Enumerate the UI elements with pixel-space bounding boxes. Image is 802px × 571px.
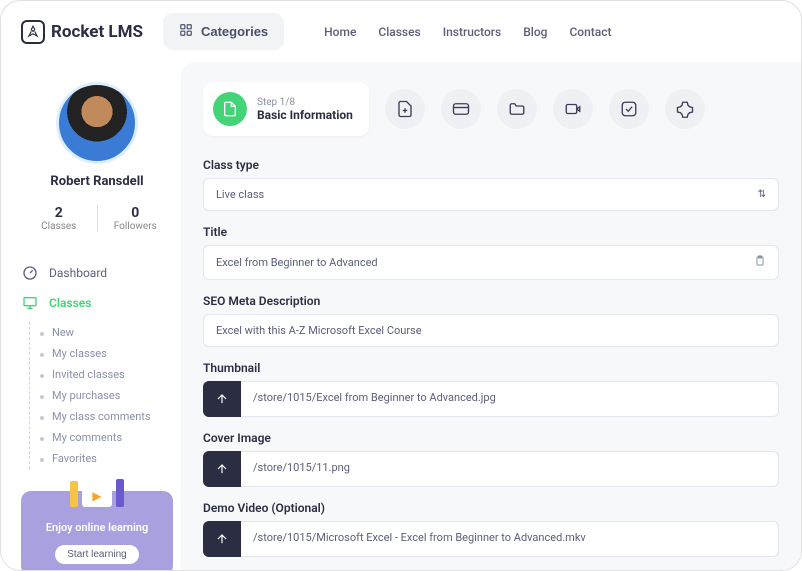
classes-submenu: New My classes Invited classes My purcha… — [29, 322, 173, 469]
step-title: Basic Information — [257, 108, 353, 122]
field-demo: Demo Video (Optional) /store/1015/Micros… — [203, 501, 779, 557]
presentation-icon — [21, 294, 39, 312]
step-4[interactable] — [497, 89, 537, 129]
field-thumbnail: Thumbnail /store/1015/Excel from Beginne… — [203, 361, 779, 417]
stat-classes: 2 Classes — [21, 205, 98, 232]
field-seo: SEO Meta Description Excel with this A-Z… — [203, 294, 779, 347]
submenu-class-comments[interactable]: My class comments — [42, 406, 173, 427]
step-5[interactable] — [553, 89, 593, 129]
sidebar-menu: Dashboard Classes — [21, 258, 173, 318]
nav-blog[interactable]: Blog — [523, 25, 547, 39]
field-class-type: Class type Live class ⇅ — [203, 158, 779, 211]
grid-icon — [179, 23, 193, 40]
sidebar-item-classes[interactable]: Classes — [21, 288, 173, 318]
step-6[interactable] — [609, 89, 649, 129]
stat-classes-label: Classes — [21, 221, 97, 232]
submenu-my-classes[interactable]: My classes — [42, 343, 173, 364]
stat-followers: 0 Followers — [98, 205, 174, 232]
stats: 2 Classes 0 Followers — [21, 205, 173, 232]
thumbnail-path[interactable]: /store/1015/Excel from Beginner to Advan… — [241, 381, 779, 417]
title-label: Title — [203, 225, 779, 239]
header: Rocket LMS Categories Home Classes Instr… — [1, 1, 801, 62]
logo-text: Rocket LMS — [51, 22, 143, 42]
class-type-select[interactable]: Live class ⇅ — [203, 178, 779, 211]
nav-contact[interactable]: Contact — [569, 25, 611, 39]
chevron-updown-icon: ⇅ — [758, 189, 766, 200]
app-window: Rocket LMS Categories Home Classes Instr… — [0, 0, 802, 571]
submenu-invited[interactable]: Invited classes — [42, 364, 173, 385]
dashboard-label: Dashboard — [49, 266, 107, 280]
stat-followers-num: 0 — [98, 205, 174, 221]
step-counter: Step 1/8 — [257, 97, 353, 108]
step-3[interactable] — [441, 89, 481, 129]
clipboard-icon — [754, 255, 766, 270]
field-cover: Cover Image /store/1015/11.png — [203, 431, 779, 487]
demo-label: Demo Video (Optional) — [203, 501, 779, 515]
thumbnail-upload-button[interactable] — [203, 381, 241, 417]
stat-classes-num: 2 — [21, 205, 97, 221]
thumbnail-label: Thumbnail — [203, 361, 779, 375]
submenu-favorites[interactable]: Favorites — [42, 448, 173, 469]
submenu-new[interactable]: New — [42, 322, 173, 343]
submenu-my-comments[interactable]: My comments — [42, 427, 173, 448]
nav-home[interactable]: Home — [324, 25, 356, 39]
class-type-value: Live class — [216, 188, 264, 201]
sidebar: Robert Ransdell 2 Classes 0 Followers Da… — [1, 62, 181, 571]
step-1-basic-info[interactable]: Step 1/8 Basic Information — [203, 82, 369, 136]
categories-label: Categories — [201, 24, 268, 39]
main-nav: Home Classes Instructors Blog Contact — [324, 25, 611, 39]
field-title: Title Excel from Beginner to Advanced — [203, 225, 779, 280]
document-icon — [213, 92, 247, 126]
title-input[interactable]: Excel from Beginner to Advanced — [203, 245, 779, 280]
cover-label: Cover Image — [203, 431, 779, 445]
categories-button[interactable]: Categories — [163, 13, 284, 50]
cover-upload-button[interactable] — [203, 451, 241, 487]
main-content: Step 1/8 Basic Information Class type Li… — [181, 62, 801, 571]
promo-card: ▶ Enjoy online learning Start learning — [21, 491, 173, 571]
logo[interactable]: Rocket LMS — [21, 20, 143, 44]
step-7[interactable] — [665, 89, 705, 129]
start-learning-button[interactable]: Start learning — [55, 545, 138, 564]
username: Robert Ransdell — [21, 174, 173, 189]
promo-text: Enjoy online learning — [31, 521, 163, 534]
gauge-icon — [21, 264, 39, 282]
seo-input[interactable]: Excel with this A-Z Microsoft Excel Cour… — [203, 314, 779, 347]
rocket-logo-icon — [21, 20, 45, 44]
class-type-label: Class type — [203, 158, 779, 172]
step-2[interactable] — [385, 89, 425, 129]
submenu-purchases[interactable]: My purchases — [42, 385, 173, 406]
avatar[interactable] — [56, 82, 138, 164]
seo-label: SEO Meta Description — [203, 294, 779, 308]
sidebar-item-dashboard[interactable]: Dashboard — [21, 258, 173, 288]
stat-followers-label: Followers — [98, 221, 174, 232]
demo-path[interactable]: /store/1015/Microsoft Excel - Excel from… — [241, 521, 779, 557]
body: Robert Ransdell 2 Classes 0 Followers Da… — [1, 62, 801, 571]
demo-upload-button[interactable] — [203, 521, 241, 557]
title-value: Excel from Beginner to Advanced — [216, 256, 378, 269]
cover-path[interactable]: /store/1015/11.png — [241, 451, 779, 487]
classes-label: Classes — [49, 296, 91, 310]
nav-instructors[interactable]: Instructors — [443, 25, 502, 39]
promo-illustration-icon: ▶ — [70, 479, 124, 507]
nav-classes[interactable]: Classes — [378, 25, 420, 39]
wizard-steps: Step 1/8 Basic Information — [203, 82, 779, 136]
seo-value: Excel with this A-Z Microsoft Excel Cour… — [216, 324, 422, 337]
